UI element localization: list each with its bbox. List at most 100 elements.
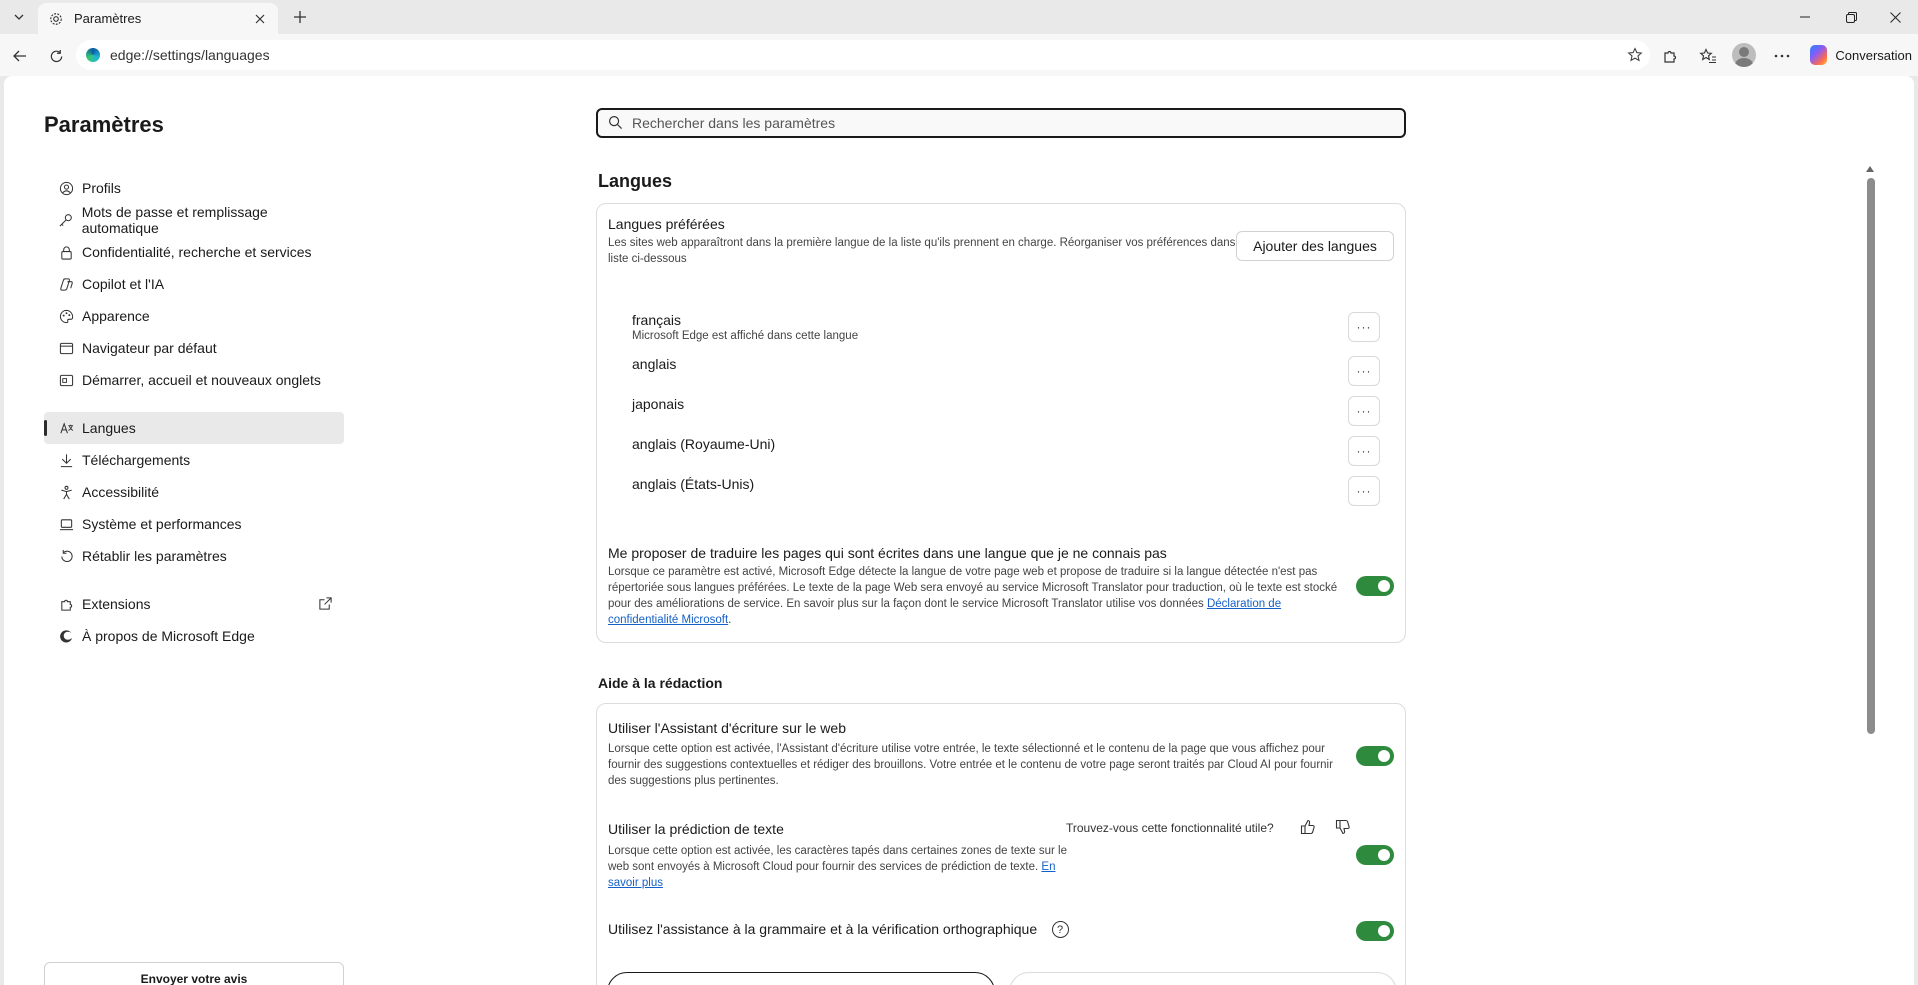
- minimize-icon[interactable]: [1782, 0, 1828, 34]
- sidebar-item-label: À propos de Microsoft Edge: [82, 628, 255, 644]
- profile-icon: [58, 180, 74, 196]
- writing-help-section-title: Aide à la rédaction: [598, 675, 723, 691]
- download-icon: [58, 452, 74, 468]
- sidebar-item-accessibility[interactable]: Accessibilité: [44, 476, 344, 508]
- back-arrow-icon[interactable]: [6, 42, 34, 70]
- refresh-icon[interactable]: [42, 42, 70, 70]
- help-question-icon[interactable]: ?: [1051, 921, 1069, 939]
- tab-actions-chevron-icon[interactable]: [7, 6, 31, 28]
- address-bar[interactable]: edge://settings/languages: [76, 40, 1650, 70]
- text-prediction-toggle[interactable]: [1356, 845, 1394, 865]
- feedback-question: Trouvez-vous cette fonctionnalité utile?: [1066, 821, 1274, 835]
- browser-toolbar: edge://settings/languages Conversation: [0, 34, 1918, 76]
- language-item: anglais (Royaume-Uni): [632, 436, 1392, 452]
- language-item: français Microsoft Edge est affiché dans…: [632, 312, 1392, 342]
- settings-page: Paramètres Profils Mots de passe et remp…: [4, 76, 1914, 985]
- accessibility-icon: [58, 484, 74, 500]
- send-feedback-button[interactable]: Envoyer votre avis: [44, 962, 344, 985]
- sidebar-item-extensions[interactable]: Extensions: [44, 588, 344, 620]
- sidebar-item-label: Extensions: [82, 596, 151, 612]
- preferred-languages-card: Langues préférées Les sites web apparaît…: [596, 203, 1406, 643]
- sidebar-item-appearance[interactable]: Apparence: [44, 300, 344, 332]
- writing-assistant-title: Utiliser l'Assistant d'écriture sur le w…: [608, 720, 846, 736]
- language-name: anglais (Royaume-Uni): [632, 436, 776, 452]
- sidebar-item-downloads[interactable]: Téléchargements: [44, 444, 344, 476]
- sidebar-item-label: Mots de passe et remplissage automatique: [81, 204, 268, 236]
- extensions-puzzle-icon[interactable]: [1656, 42, 1684, 70]
- profile-avatar-icon[interactable]: [1732, 43, 1756, 67]
- tab-title: Paramètres: [74, 11, 142, 26]
- sidebar-item-languages[interactable]: Langues: [44, 412, 344, 444]
- preferred-languages-description: Les sites web apparaîtront dans la premi…: [608, 237, 1248, 265]
- language-more-button[interactable]: ···: [1348, 436, 1380, 466]
- text-prediction-description: Lorsque cette option est activée, les ca…: [608, 843, 1068, 891]
- sidebar-item-privacy[interactable]: Confidentialité, recherche et services: [44, 236, 344, 268]
- languages-icon: [58, 420, 74, 436]
- sidebar-item-copilot[interactable]: Copilot et l'IA: [44, 268, 344, 300]
- sidebar-item-about[interactable]: À propos de Microsoft Edge: [44, 620, 344, 652]
- sidebar-item-label: Apparence: [82, 308, 150, 324]
- settings-sidebar: Profils Mots de passe et remplissage aut…: [44, 172, 344, 652]
- writing-assistant-description: Lorsque cette option est activée, l'Assi…: [608, 743, 1333, 787]
- conversation-label: Conversation: [1835, 47, 1912, 63]
- lock-icon: [58, 244, 74, 260]
- sidebar-item-start-home[interactable]: Démarrer, accueil et nouveaux onglets: [44, 364, 344, 396]
- language-more-button[interactable]: ···: [1348, 356, 1380, 386]
- tab-settings[interactable]: Paramètres: [38, 3, 278, 34]
- language-item: anglais (États-Unis): [632, 476, 1392, 492]
- language-note: Microsoft Edge est affiché dans cette la…: [632, 330, 859, 342]
- add-languages-button[interactable]: Ajouter des langues: [1236, 231, 1394, 261]
- languages-section-title: Langues: [598, 171, 673, 191]
- writing-help-card: Utiliser l'Assistant d'écriture sur le w…: [596, 703, 1406, 985]
- grammar-check-toggle[interactable]: [1356, 921, 1394, 941]
- language-name: japonais: [632, 396, 685, 412]
- search-input[interactable]: [632, 115, 1392, 131]
- text-prediction-title: Utiliser la prédiction de texte: [608, 821, 784, 837]
- language-more-button[interactable]: ···: [1348, 476, 1380, 506]
- sidebar-item-system[interactable]: Système et performances: [44, 508, 344, 540]
- sidebar-item-label: Navigateur par défaut: [82, 340, 217, 356]
- copilot-logo-icon: [1810, 45, 1828, 65]
- grammar-option-card-selected[interactable]: [607, 972, 995, 985]
- sidebar-item-label: Démarrer, accueil et nouveaux onglets: [82, 372, 321, 388]
- restore-icon[interactable]: [1828, 0, 1874, 34]
- laptop-icon: [58, 516, 74, 532]
- grammar-option-card[interactable]: [1009, 972, 1397, 985]
- scrollbar-thumb[interactable]: [1867, 178, 1875, 734]
- copilot-icon: [58, 276, 74, 292]
- language-more-button[interactable]: ···: [1348, 312, 1380, 342]
- new-tab-plus-icon[interactable]: [286, 6, 314, 28]
- scroll-up-arrow-icon[interactable]: [1865, 164, 1875, 174]
- favorite-star-icon[interactable]: [1620, 47, 1650, 63]
- preferred-languages-title: Langues préférées: [608, 216, 725, 232]
- thumbs-up-icon[interactable]: [1297, 816, 1319, 838]
- sidebar-item-reset[interactable]: Rétablir les paramètres: [44, 540, 344, 572]
- settings-search[interactable]: [596, 108, 1406, 138]
- close-icon[interactable]: [252, 11, 268, 27]
- edge-logo-icon: [86, 48, 100, 62]
- more-options-icon[interactable]: [1768, 42, 1796, 70]
- sidebar-item-label: Accessibilité: [82, 484, 160, 500]
- translate-offer-toggle[interactable]: [1356, 576, 1394, 596]
- extensions-icon: [58, 596, 74, 612]
- language-item: japonais: [632, 396, 1392, 412]
- sidebar-item-label: Téléchargements: [82, 452, 191, 468]
- favorites-collection-icon[interactable]: [1694, 42, 1722, 70]
- text-prediction-text: Lorsque cette option est activée, les ca…: [608, 845, 1067, 873]
- language-item: anglais: [632, 356, 1392, 372]
- sidebar-item-label: Rétablir les paramètres: [82, 548, 227, 564]
- url-text[interactable]: edge://settings/languages: [110, 47, 1620, 63]
- language-more-button[interactable]: ···: [1348, 396, 1380, 426]
- sidebar-item-profiles[interactable]: Profils: [44, 172, 344, 204]
- thumbs-down-icon[interactable]: [1332, 816, 1354, 838]
- sidebar-item-label: Copilot et l'IA: [82, 276, 165, 292]
- external-link-icon[interactable]: [318, 596, 334, 612]
- page-title: Paramètres: [44, 112, 164, 137]
- window-close-icon[interactable]: [1872, 0, 1918, 34]
- sidebar-item-default-browser[interactable]: Navigateur par défaut: [44, 332, 344, 364]
- sidebar-item-label: Confidentialité, recherche et services: [82, 244, 312, 260]
- sidebar-item-passwords[interactable]: Mots de passe et remplissage automatique: [44, 204, 344, 236]
- writing-assistant-toggle[interactable]: [1356, 746, 1394, 766]
- translate-offer-description: Lorsque ce paramètre est activé, Microso…: [608, 566, 1338, 626]
- conversation-copilot-button[interactable]: Conversation: [1804, 40, 1912, 70]
